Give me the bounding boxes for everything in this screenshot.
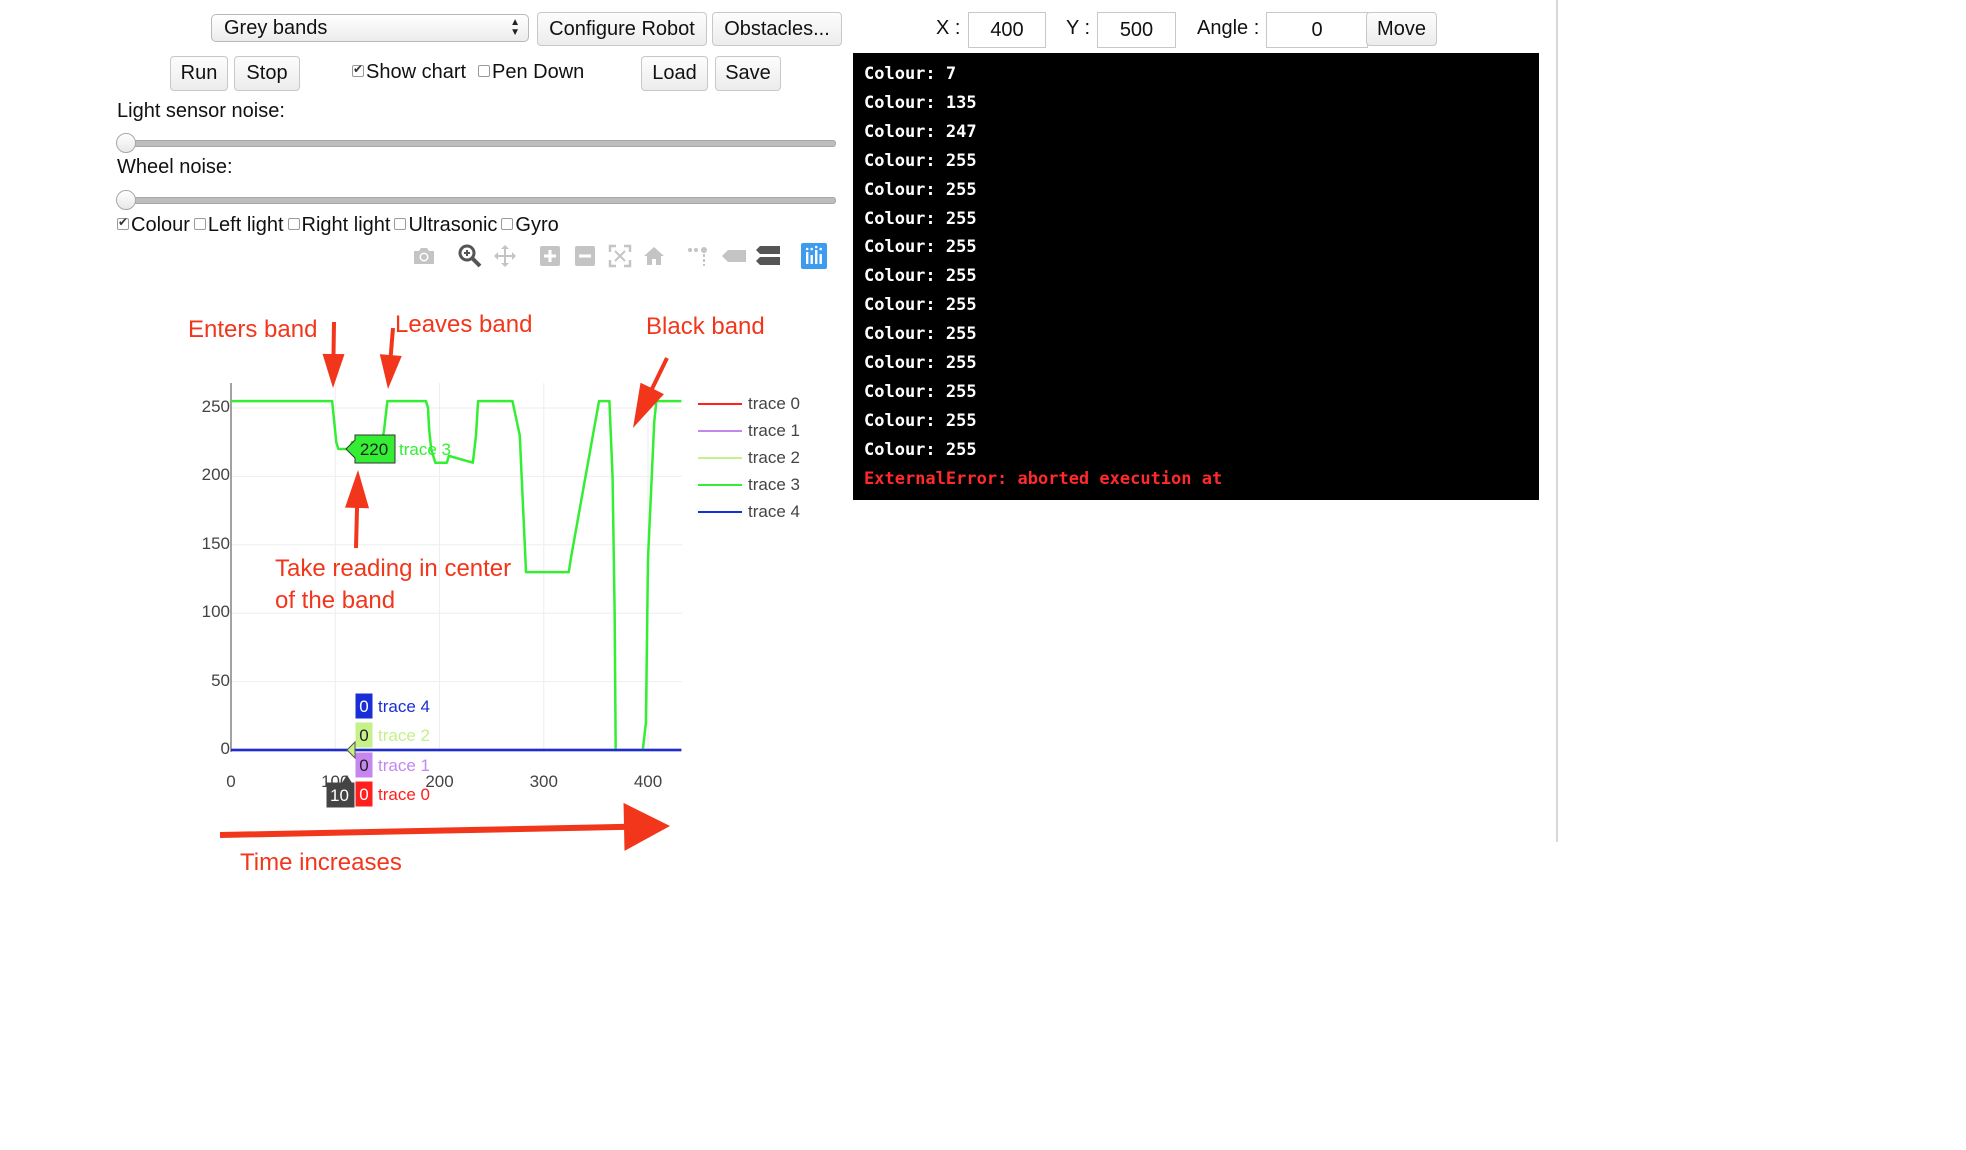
legend-label: trace 1 bbox=[748, 421, 800, 440]
annotation-enters-band: Enters band bbox=[188, 316, 318, 343]
hover-label-value: 220 bbox=[360, 440, 388, 459]
arrow-enters-band bbox=[322, 321, 345, 388]
console-line: Colour: 255 bbox=[864, 208, 977, 229]
arrow-time-increases bbox=[219, 802, 671, 851]
console-line: Colour: 255 bbox=[864, 179, 977, 200]
hover-label-series: trace 4 bbox=[378, 697, 430, 716]
x-label: X : bbox=[936, 17, 961, 39]
hover-label-series: trace 3 bbox=[399, 440, 451, 459]
console-output: Colour: 7 Colour: 135 Colour: 247 Colour: 2… bbox=[853, 53, 1539, 500]
console-line: Colour: 255 bbox=[864, 439, 977, 460]
chart-hover-labels: 220 trace 30 trace 40 trace 20 trace 10 trace… bbox=[325, 434, 451, 809]
hover-label: 0 trace 2 bbox=[354, 721, 430, 749]
hover-label-series: trace 2 bbox=[378, 726, 430, 745]
hover-label-value: 0 bbox=[359, 756, 368, 775]
console-line: Colour: 255 bbox=[864, 324, 977, 345]
legend-label: trace 2 bbox=[748, 448, 800, 467]
y-label: Y : bbox=[1066, 17, 1091, 39]
x-tick-label: 300 bbox=[529, 772, 558, 791]
legend-swatch bbox=[698, 511, 742, 513]
annotation-leaves-band: Leaves band bbox=[395, 311, 533, 338]
arrow-take-reading bbox=[345, 470, 370, 549]
legend-swatch bbox=[698, 430, 742, 432]
hover-connector bbox=[346, 740, 356, 760]
y-tick-label: 100 bbox=[201, 602, 230, 622]
legend-swatch bbox=[698, 484, 742, 486]
annotation-take-reading-line2: of the band bbox=[275, 587, 396, 614]
move-button[interactable]: Move bbox=[1366, 12, 1437, 46]
y-input[interactable]: 500 bbox=[1097, 12, 1176, 48]
x-tick-label: 100 bbox=[321, 772, 350, 791]
legend-item[interactable]: trace 3 bbox=[698, 475, 800, 495]
angle-label: Angle : bbox=[1197, 17, 1260, 39]
y-tick-label: 150 bbox=[201, 533, 230, 553]
console-line: Colour: 255 bbox=[864, 381, 977, 402]
y-tick-label: 200 bbox=[201, 465, 230, 485]
legend-label: trace 3 bbox=[748, 475, 800, 494]
legend-swatch bbox=[698, 457, 742, 459]
y-tick-label: 0 bbox=[220, 739, 230, 758]
page-scrollbar[interactable] bbox=[1556, 0, 1558, 842]
annotation-take-reading-line1: Take reading in center bbox=[275, 555, 512, 582]
annotation-time-increases: Time increases bbox=[240, 849, 402, 876]
arrow-black-band bbox=[633, 357, 669, 428]
hover-label: 220 trace 3 bbox=[345, 434, 451, 464]
legend-item[interactable]: trace 1 bbox=[698, 421, 800, 441]
legend-label: trace 4 bbox=[748, 502, 800, 521]
angle-input[interactable]: 0 bbox=[1266, 12, 1368, 48]
console-line: Colour: 247 bbox=[864, 121, 977, 142]
legend-item[interactable]: trace 4 bbox=[698, 502, 800, 522]
legend-item[interactable]: trace 0 bbox=[698, 394, 800, 414]
console-line: Colour: 255 bbox=[864, 266, 977, 287]
hover-label-value: 0 bbox=[359, 785, 368, 804]
legend-item[interactable]: trace 2 bbox=[698, 448, 800, 468]
hover-label-value: 0 bbox=[359, 726, 368, 745]
console-line: Colour: 255 bbox=[864, 295, 977, 316]
hover-label-value: 0 bbox=[359, 697, 368, 716]
legend-label: trace 0 bbox=[748, 394, 800, 413]
x-tick-label: 0 bbox=[226, 772, 236, 791]
y-tick-label: 50 bbox=[211, 670, 230, 690]
x-tick-label: 200 bbox=[425, 772, 454, 791]
legend-swatch bbox=[698, 403, 742, 405]
console-error-line: ExternalError: aborted execution at bbox=[864, 468, 1223, 489]
console-line: Colour: 255 bbox=[864, 353, 977, 373]
console-line: Colour: 7 bbox=[864, 64, 957, 84]
x-input[interactable]: 400 bbox=[968, 12, 1046, 48]
console-line: Colour: 135 bbox=[864, 92, 977, 113]
y-tick-label: 250 bbox=[201, 397, 230, 416]
console-line: Colour: 255 bbox=[864, 410, 977, 431]
console-line: Colour: 255 bbox=[864, 150, 977, 171]
x-tick-label: 400 bbox=[633, 772, 663, 791]
hover-label: 0 trace 4 bbox=[354, 692, 430, 720]
annotation-black-band: Black band bbox=[646, 313, 765, 340]
console-line: Colour: 255 bbox=[864, 237, 977, 258]
